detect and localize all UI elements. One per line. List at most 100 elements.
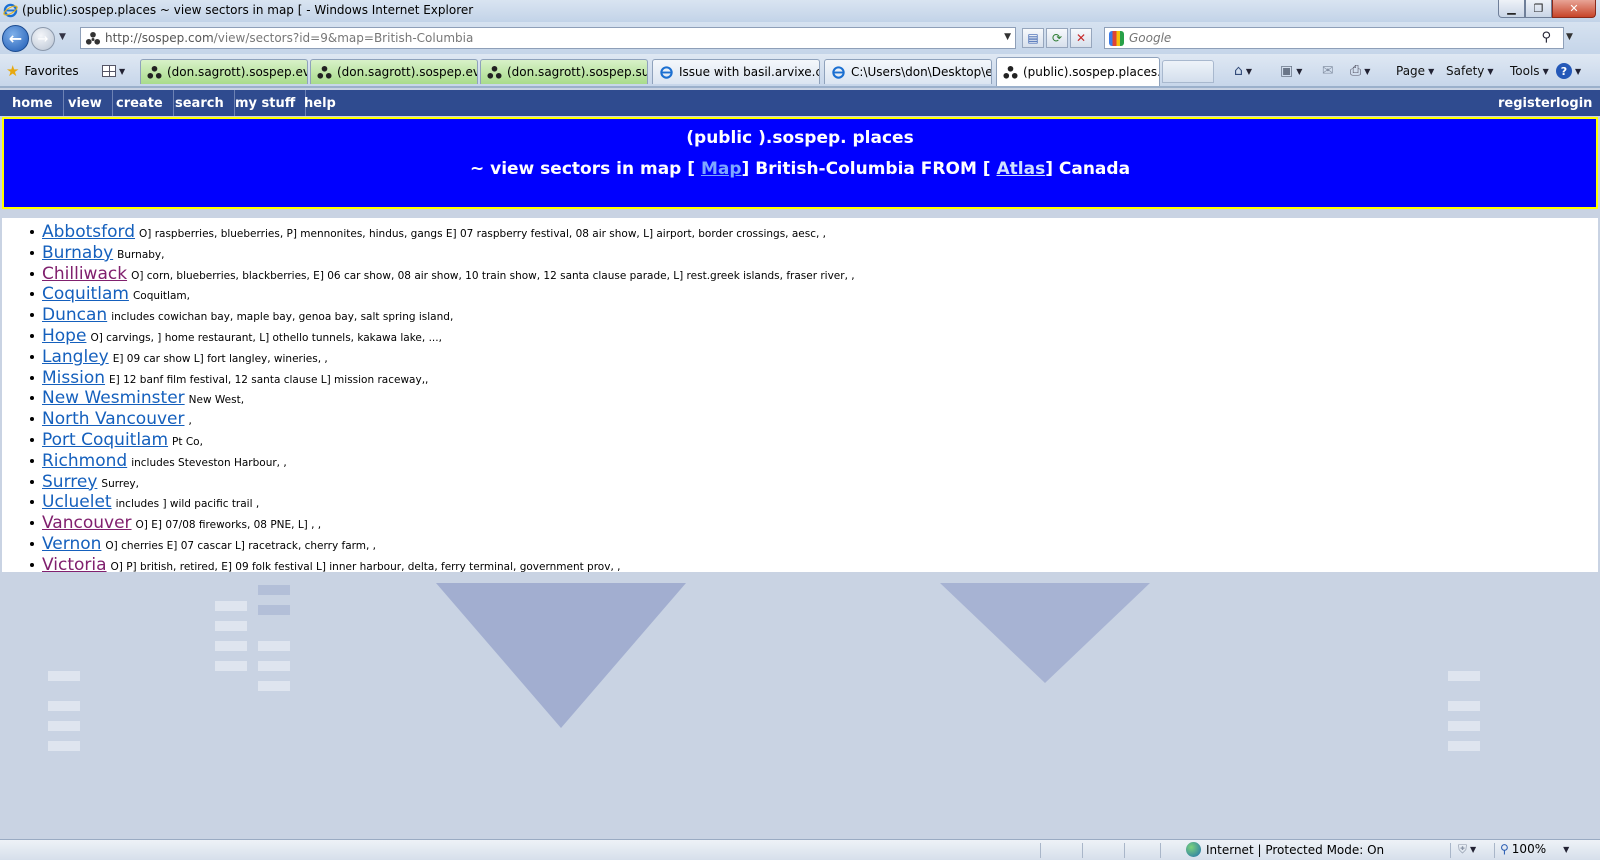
internet-explorer-icon — [3, 3, 18, 18]
list-item: New Wesminster New West, — [30, 388, 855, 409]
nav-create[interactable]: create — [106, 90, 174, 116]
nav-view[interactable]: view — [58, 90, 113, 116]
refresh-button[interactable]: ⟳ — [1046, 28, 1068, 48]
subtitle-prefix: ~ view sectors in map [ — [469, 159, 696, 179]
nav-home[interactable]: home — [2, 90, 64, 116]
tab-label: (don.sagrott).sospep.eve... — [167, 65, 307, 79]
tab-local-file[interactable]: C:\Users\don\Desktop\e... — [824, 59, 992, 84]
tools-menu[interactable]: Tools ▼ — [1510, 61, 1549, 81]
site-favicon-icon — [85, 31, 101, 45]
place-link[interactable]: Duncan — [42, 305, 107, 325]
status-bar: Internet | Protected Mode: On ⛨ ▼ ⚲ 100% … — [0, 839, 1600, 860]
compatibility-view-button[interactable]: ▤ — [1022, 28, 1044, 48]
new-tab-button[interactable] — [1162, 60, 1214, 83]
recent-pages-dropdown[interactable]: ▼ — [59, 32, 66, 42]
place-link[interactable]: Vernon — [42, 534, 101, 554]
zoom-icon: ⚲ — [1500, 842, 1509, 856]
map-link[interactable]: Map — [701, 159, 742, 179]
place-link[interactable]: Langley — [42, 347, 109, 367]
place-link[interactable]: Vancouver — [42, 513, 132, 533]
place-link[interactable]: Hope — [42, 326, 86, 346]
tab-sospep-events-2[interactable]: (don.sagrott).sospep.eve... — [310, 59, 478, 84]
tab-label: Issue with basil.arvixe.com — [679, 65, 819, 79]
url-field[interactable]: http://sospep.com/view/sectors?id=9&map=… — [80, 27, 1016, 49]
list-item: North Vancouver, — [30, 409, 855, 430]
place-link[interactable]: Ucluelet — [42, 492, 112, 512]
list-item: Coquitlam Coquitlam, — [30, 284, 855, 305]
feeds-dropdown-icon[interactable]: ▼ — [1296, 67, 1302, 76]
help-menu[interactable]: ? ▼ — [1556, 61, 1581, 81]
place-link[interactable]: New Wesminster — [42, 388, 185, 408]
zoom-dropdown-icon: ▼ — [1563, 844, 1570, 854]
place-description: , — [188, 415, 192, 428]
stop-button[interactable]: ✕ — [1070, 28, 1092, 48]
window-controls: ▁ ❐ ✕ — [1498, 0, 1596, 19]
tab-list-dropdown-icon[interactable]: ▼ — [119, 67, 125, 76]
protected-mode-button[interactable]: ⛨ ▼ — [1458, 842, 1476, 857]
minimize-button[interactable]: ▁ — [1498, 0, 1525, 18]
place-description: Pt Co, — [172, 435, 203, 448]
place-link[interactable]: Port Coquitlam — [42, 430, 168, 450]
place-link[interactable]: Mission — [42, 368, 105, 388]
bullet-icon — [30, 417, 34, 422]
place-description: O] P] british, retired, E] 09 folk festi… — [110, 560, 621, 573]
list-item: Hope O] carvings, ] home restaurant, L] o… — [30, 326, 855, 347]
security-zone-label: Internet | Protected Mode: On — [1206, 842, 1385, 857]
nav-help[interactable]: help — [294, 90, 346, 116]
tab-public-sospep-places[interactable]: (public).sospep.places... ✕ — [996, 57, 1160, 86]
place-link[interactable]: Surrey — [42, 472, 97, 492]
place-description: includes ] wild pacific trail , — [115, 498, 260, 511]
login-link[interactable]: login — [1546, 90, 1600, 116]
search-input[interactable] — [1129, 30, 1529, 46]
protected-mode-dropdown-icon: ▼ — [1470, 845, 1477, 854]
bullet-icon — [30, 333, 34, 338]
place-link[interactable]: Coquitlam — [42, 284, 129, 304]
search-options-dropdown[interactable]: ▼ — [1566, 32, 1573, 42]
print-button[interactable]: ⎙ ▼ — [1350, 61, 1370, 81]
place-link[interactable]: Burnaby — [42, 243, 113, 263]
safety-menu[interactable]: Safety ▼ — [1446, 61, 1494, 81]
stop-icon: ✕ — [1075, 31, 1087, 45]
safety-menu-label: Safety — [1446, 64, 1485, 78]
zoom-button[interactable]: ⚲ 100% ▼ — [1500, 842, 1569, 856]
page-header-banner: (public ).sospep. places ~ view sectors … — [2, 117, 1598, 209]
bullet-icon — [30, 230, 34, 234]
url-dropdown-icon[interactable]: ▼ — [1004, 32, 1011, 42]
list-item: Port Coquitlam Pt Co, — [30, 430, 855, 451]
atlas-link[interactable]: Atlas — [996, 159, 1045, 179]
place-description: O] E] 07/08 fireworks, 08 PNE, L] , , — [135, 519, 322, 532]
site-favicon-icon — [487, 65, 502, 79]
list-item: Chilliwack O] corn, blueberries, blackber… — [30, 264, 855, 285]
star-icon: ★ — [6, 62, 20, 80]
restore-button[interactable]: ❐ — [1525, 0, 1552, 18]
place-description: E] 12 banf film festival, 12 santa claus… — [109, 373, 429, 386]
place-link[interactable]: Richmond — [42, 451, 127, 471]
feeds-button[interactable]: ▣ ▼ — [1280, 61, 1302, 81]
place-link[interactable]: North Vancouver — [42, 409, 184, 429]
place-link[interactable]: Abbotsford — [42, 222, 135, 242]
home-dropdown-icon[interactable]: ▼ — [1246, 67, 1252, 76]
print-dropdown-icon[interactable]: ▼ — [1364, 67, 1370, 76]
tab-sospep-subjects[interactable]: (don.sagrott).sospep.subj... — [480, 59, 648, 84]
list-item: Duncan includes cowichan bay, maple bay, … — [30, 305, 855, 326]
close-window-button[interactable]: ✕ — [1552, 0, 1596, 18]
list-item: Ucluelet includes ] wild pacific trail , — [30, 492, 855, 513]
page-title: (public ).sospep. places — [686, 128, 914, 148]
place-link[interactable]: Victoria — [42, 555, 107, 575]
security-zone[interactable]: Internet | Protected Mode: On — [1186, 842, 1384, 857]
forward-button[interactable]: → — [31, 27, 55, 51]
tab-basil-arvixe[interactable]: Issue with basil.arvixe.com — [652, 59, 820, 84]
tab-sospep-events-1[interactable]: (don.sagrott).sospep.eve... — [140, 59, 308, 84]
list-item: Langley E] 09 car show L] fort langley, w… — [30, 347, 855, 368]
quick-tabs-button[interactable]: ▼ — [102, 60, 136, 82]
favorites-button[interactable]: ★ Favorites — [6, 60, 79, 82]
quick-tabs-icon — [102, 65, 116, 77]
place-link[interactable]: Chilliwack — [42, 264, 127, 284]
shield-icon: ⛨ — [1458, 842, 1468, 856]
url-host: http://sospep.com — [105, 31, 214, 45]
page-menu[interactable]: Page ▼ — [1396, 61, 1434, 81]
read-mail-button[interactable]: ✉ — [1322, 61, 1334, 81]
search-icon[interactable]: ⚲ — [1541, 30, 1551, 45]
back-button[interactable]: ← — [2, 25, 29, 52]
home-button[interactable]: ⌂ ▼ — [1234, 61, 1252, 81]
